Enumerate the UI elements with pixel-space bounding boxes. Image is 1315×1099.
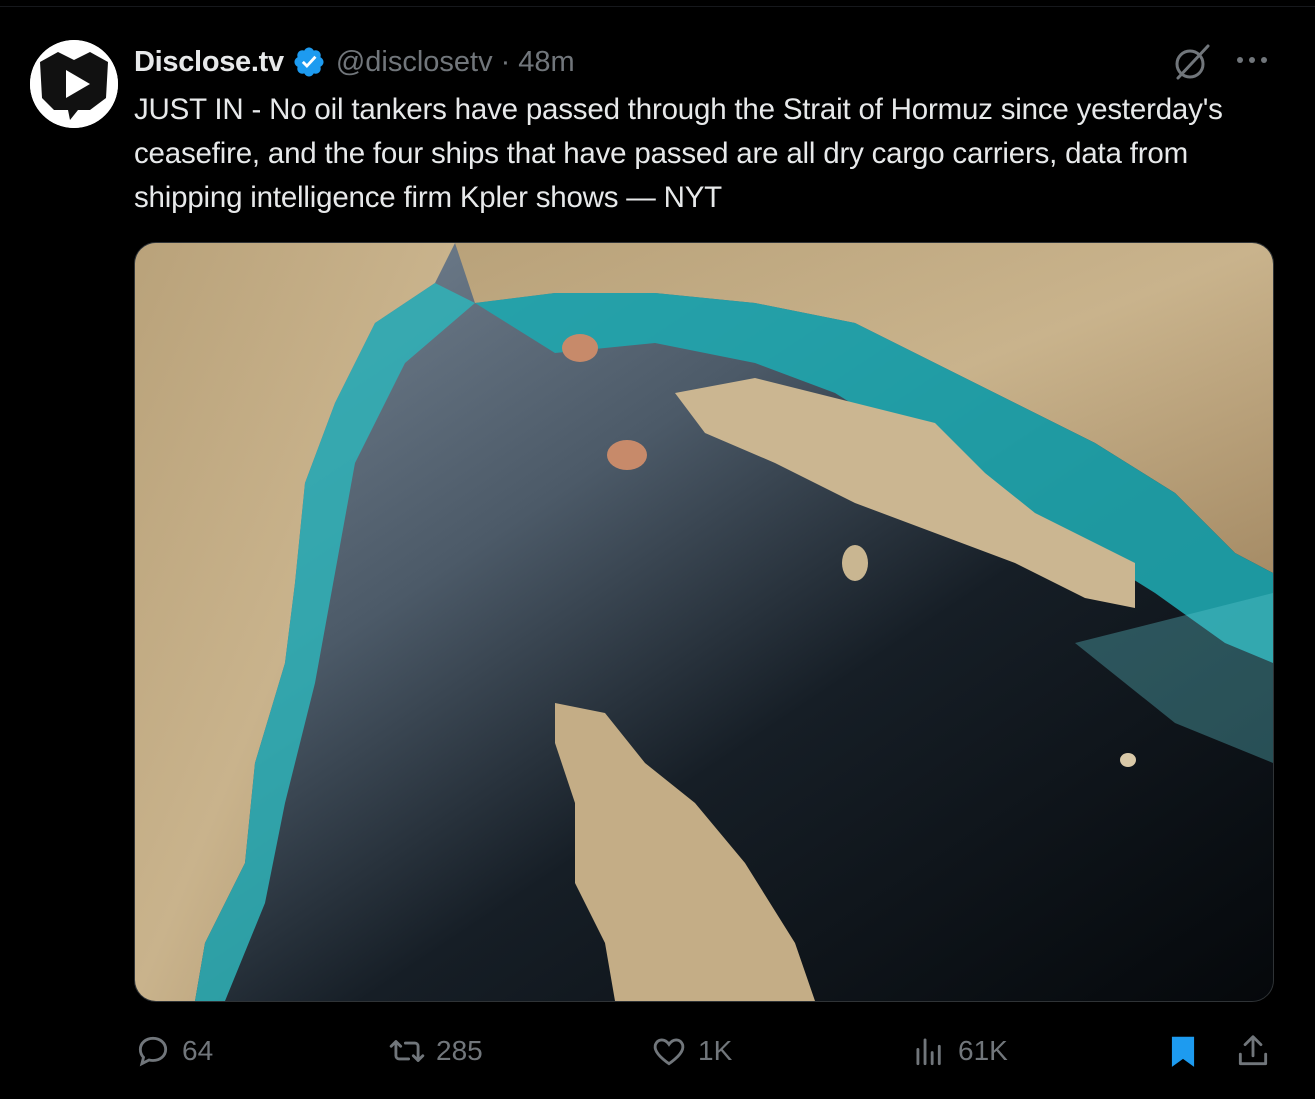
views-button[interactable]: 61K [910,1026,1008,1076]
tweet-header: Disclose.tv @disclosetv · 48m [134,42,575,82]
tweet[interactable]: Disclose.tv @disclosetv · 48m JUST IN - … [0,6,1315,1099]
author-handle[interactable]: @disclosetv [336,46,493,79]
grok-icon[interactable] [1172,42,1212,82]
share-icon [1238,1035,1268,1066]
like-count: 1K [698,1035,733,1066]
share-button[interactable] [1234,1026,1272,1076]
view-count: 61K [958,1035,1008,1066]
timestamp[interactable]: 48m [518,46,574,79]
bookmark-icon [1171,1036,1195,1067]
disclose-tv-logo-icon [30,40,118,128]
reply-button[interactable]: 64 [134,1026,213,1076]
retweet-icon [389,1040,425,1062]
satellite-image-icon [135,243,1273,1001]
action-bar: 64 285 1K 61K [134,1026,1274,1076]
more-button[interactable] [1232,40,1272,80]
like-button[interactable]: 1K [650,1026,732,1076]
reply-icon [138,1036,168,1067]
separator: · [500,45,511,78]
verified-badge-icon [294,47,324,77]
tweet-text: JUST IN - No oil tankers have passed thr… [134,93,1223,214]
tweet-image[interactable] [134,242,1274,1002]
reply-count: 64 [182,1035,214,1066]
author-name[interactable]: Disclose.tv [134,46,284,79]
views-icon [916,1038,941,1066]
heart-icon [653,1038,685,1066]
more-icon [1237,57,1267,63]
retweet-button[interactable]: 285 [388,1026,483,1076]
bookmark-button[interactable] [1164,1026,1202,1076]
retweet-count: 285 [436,1035,483,1066]
avatar[interactable] [30,40,118,128]
